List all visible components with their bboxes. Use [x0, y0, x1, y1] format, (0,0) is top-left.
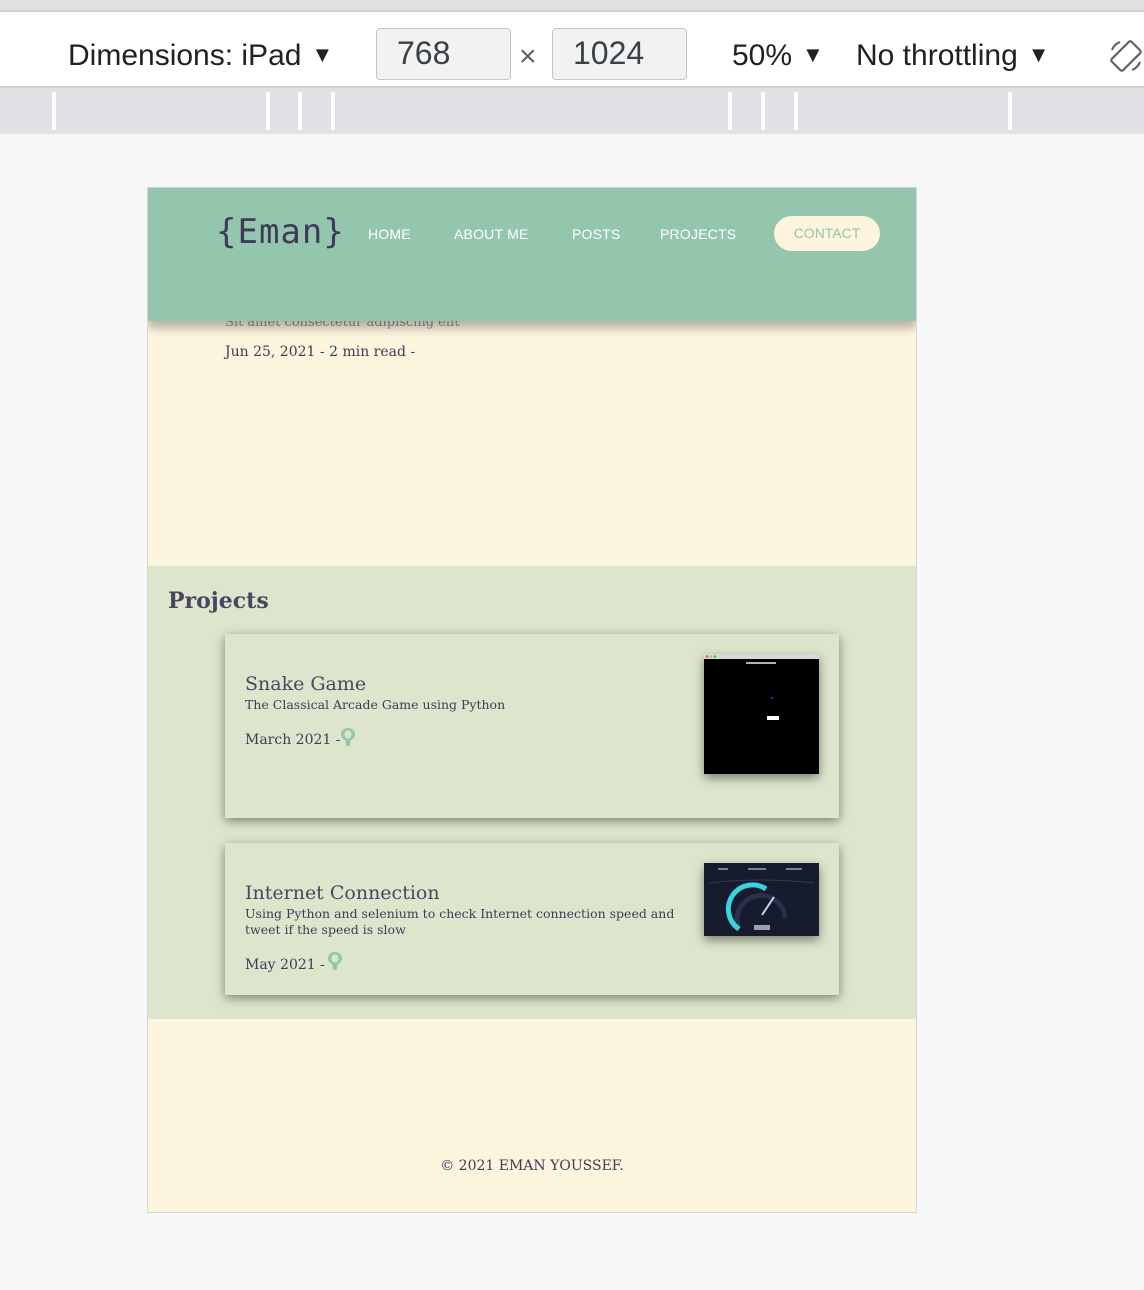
- device-viewport: {Eman} HOME ABOUT ME POSTS PROJECTS CONT…: [147, 187, 917, 1213]
- breakpoint-marker[interactable]: [761, 92, 765, 130]
- chevron-down-icon: ▼: [311, 42, 334, 67]
- speedtest-thumbnail[interactable]: [704, 863, 819, 936]
- media-query-bar: [0, 88, 1144, 134]
- post-meta: Jun 25, 2021 - 2 min read -: [225, 344, 415, 360]
- zoom-value: 50%: [732, 39, 793, 72]
- rotate-icon[interactable]: [1108, 38, 1144, 74]
- nav-posts[interactable]: POSTS: [572, 226, 620, 242]
- breakpoint-marker[interactable]: [266, 92, 270, 130]
- devtools-top-strip: [0, 0, 1144, 10]
- device-select-label: Dimensions: iPad: [68, 39, 302, 72]
- breakpoint-marker[interactable]: [331, 92, 335, 130]
- breakpoint-marker[interactable]: [728, 92, 732, 130]
- nav-about-me[interactable]: ABOUT ME: [454, 226, 528, 242]
- projects-section: Projects Snake Game The Classical Arcade…: [148, 566, 916, 1019]
- project-date: May 2021: [245, 957, 316, 973]
- project-date-row: May 2021 -: [245, 957, 325, 973]
- project-title[interactable]: Snake Game: [245, 673, 366, 695]
- project-card[interactable]: Snake Game The Classical Arcade Game usi…: [225, 634, 839, 818]
- device-select[interactable]: Dimensions: iPad ▼: [68, 38, 333, 73]
- project-title[interactable]: Internet Connection: [245, 882, 440, 904]
- nav-home[interactable]: HOME: [368, 226, 411, 242]
- throttling-value: No throttling: [856, 39, 1018, 72]
- device-toolbar: Dimensions: iPad ▼ 768 × 1024 50% ▼ No thr…: [0, 10, 1144, 88]
- snake-game-thumbnail[interactable]: [704, 654, 819, 774]
- breakpoint-marker[interactable]: [794, 92, 798, 130]
- height-input[interactable]: 1024: [552, 28, 687, 80]
- breakpoint-marker[interactable]: [52, 92, 56, 130]
- site-header: {Eman} HOME ABOUT ME POSTS PROJECTS CONT…: [148, 188, 916, 321]
- github-icon[interactable]: [340, 727, 356, 747]
- nav-projects[interactable]: PROJECTS: [660, 226, 736, 242]
- breakpoint-marker[interactable]: [298, 92, 302, 130]
- meta-separator: -: [319, 344, 325, 360]
- post-date: Jun 25, 2021: [225, 344, 316, 360]
- zoom-select[interactable]: 50% ▼: [732, 38, 824, 73]
- github-icon[interactable]: [327, 951, 343, 971]
- width-input[interactable]: 768: [376, 28, 511, 80]
- project-card[interactable]: Internet Connection Using Python and sel…: [225, 843, 839, 995]
- project-date: March 2021: [245, 732, 332, 748]
- project-description: Using Python and selenium to check Inter…: [245, 906, 675, 937]
- contact-button[interactable]: CONTACT: [774, 216, 880, 251]
- post-read-time: 2 min read: [329, 344, 406, 360]
- chevron-down-icon: ▼: [802, 42, 824, 67]
- meta-separator: -: [410, 344, 416, 360]
- breakpoint-marker[interactable]: [1008, 92, 1012, 130]
- projects-heading: Projects: [168, 588, 269, 614]
- site-logo[interactable]: {Eman}: [216, 212, 345, 252]
- project-description: The Classical Arcade Game using Python: [245, 697, 506, 712]
- meta-separator: -: [320, 957, 325, 973]
- throttling-select[interactable]: No throttling ▼: [856, 38, 1050, 73]
- times-icon: ×: [519, 40, 537, 73]
- footer-copyright: © 2021 EMAN YOUSSEF.: [440, 1158, 624, 1174]
- project-date-row: March 2021 -: [245, 732, 341, 748]
- chevron-down-icon: ▼: [1027, 42, 1050, 67]
